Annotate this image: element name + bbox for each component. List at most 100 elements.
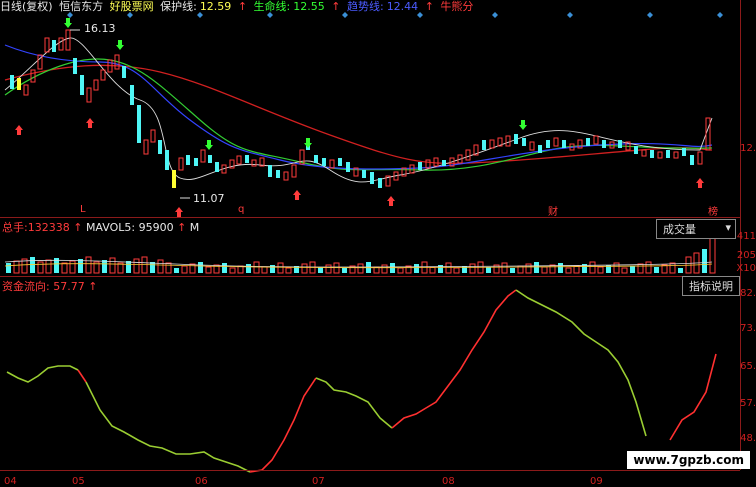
total-volume-label: 总手:	[2, 221, 28, 234]
flow-line	[6, 289, 717, 473]
date-label: 07	[312, 476, 325, 487]
flow-label: 资金流向:	[2, 280, 50, 293]
indicator-dropdown[interactable]: 成交量 ▾	[656, 219, 736, 239]
volume-bar	[342, 268, 347, 273]
volume-bar	[285, 267, 292, 274]
high-price-label: 16.13	[84, 22, 116, 35]
date-label: 04	[4, 476, 17, 487]
watermark: www.7gpzb.com	[627, 451, 750, 469]
volume-bar	[246, 264, 251, 273]
buy-arrow-icons	[15, 118, 704, 217]
volume-bar	[534, 262, 539, 273]
marker-l: L	[80, 204, 86, 215]
volume-bar	[397, 267, 404, 274]
mavol5-label: MAVOL5:	[85, 221, 136, 234]
volume-bar	[30, 257, 35, 273]
volume-bar	[654, 267, 659, 273]
volume-bar	[525, 263, 532, 274]
volume-bar	[157, 259, 164, 274]
up-arrow-icon: ↑	[73, 221, 83, 234]
date-label: 09	[590, 476, 603, 487]
volume-bar	[637, 263, 644, 274]
candles	[10, 29, 711, 188]
volume-bar	[645, 261, 652, 274]
volume-axis-unit: X10	[736, 263, 756, 274]
volume-bar	[78, 259, 83, 273]
volume-bar	[678, 268, 683, 273]
ma-short-label: M	[189, 221, 200, 234]
date-label: 06	[195, 476, 208, 487]
volume-bar	[381, 264, 388, 274]
volume-bar	[102, 260, 107, 273]
volume-bar	[150, 262, 155, 273]
date-label: 05	[72, 476, 85, 487]
mavol5-value: 95900	[138, 221, 174, 234]
low-price-label: 11.07	[193, 192, 225, 205]
volume-bar	[85, 256, 92, 274]
marker-cai: 财	[548, 207, 558, 218]
ma-blue-line	[4, 44, 713, 170]
diamond-markers	[67, 12, 723, 18]
flow-axis-4: 57.	[740, 398, 756, 409]
price-axis-label: 12.	[740, 143, 756, 154]
volume-bar	[229, 267, 236, 274]
flow-axis-1: 82.	[740, 288, 756, 299]
volume-bar	[133, 258, 140, 274]
volume-bar	[261, 266, 268, 274]
ma-red-line	[4, 64, 713, 165]
volume-bar	[486, 267, 491, 273]
up-arrow-icon: ↑	[88, 280, 98, 293]
volume-bar	[126, 261, 131, 273]
date-label: 08	[442, 476, 455, 487]
volume-bar	[277, 262, 284, 274]
volume-bar	[445, 262, 452, 274]
volume-bar	[501, 262, 508, 274]
panel-separator	[0, 217, 740, 218]
flow-axis-5: 48.	[740, 433, 756, 444]
volume-bar	[549, 264, 556, 274]
volume-bar	[589, 261, 596, 274]
total-volume-value: 132338	[27, 221, 70, 234]
volume-bar	[709, 233, 716, 274]
volume-bar	[469, 263, 476, 274]
volume-bar	[69, 260, 76, 274]
volume-bar	[669, 262, 676, 274]
volume-bar	[325, 264, 332, 274]
marker-zhuan: 榜	[708, 207, 718, 218]
volume-bar	[453, 267, 460, 274]
volume-bar	[661, 264, 668, 274]
volume-bar	[61, 262, 68, 274]
volume-bar	[174, 268, 179, 273]
volume-bar	[565, 267, 572, 274]
sell-arrow-icons	[64, 18, 527, 150]
volume-bar	[414, 264, 419, 273]
volume-axis-mid: 205	[736, 250, 756, 261]
volume-bar	[702, 249, 707, 273]
volume-bar	[558, 263, 563, 273]
volume-bar	[541, 266, 548, 274]
marker-q: q	[238, 204, 245, 215]
volume-bar	[597, 266, 604, 274]
volume-bar	[573, 265, 580, 274]
flow-axis-2: 73.	[740, 323, 756, 334]
volume-bar	[198, 262, 203, 273]
volume-bar	[189, 263, 196, 274]
volume-bar	[181, 265, 188, 274]
flow-value: 57.77	[53, 280, 85, 293]
panel-separator	[0, 276, 740, 277]
flow-axis-3: 65.	[740, 361, 756, 372]
indicator-help-button[interactable]: 指标说明	[682, 276, 740, 296]
volume-bar	[165, 262, 172, 274]
indicator-dropdown-label: 成交量	[663, 223, 696, 236]
kline-chart[interactable]	[0, 0, 756, 487]
panel-separator	[0, 470, 740, 471]
volume-axis-top: 411	[736, 231, 756, 242]
volume-bar	[37, 261, 44, 274]
volume-bar	[621, 267, 628, 274]
volume-bar	[357, 263, 364, 274]
chevron-down-icon: ▾	[725, 221, 731, 234]
volume-bar	[6, 263, 11, 273]
volume-bar	[510, 268, 515, 273]
volume-bar	[45, 259, 52, 274]
volume-bar	[13, 260, 20, 274]
